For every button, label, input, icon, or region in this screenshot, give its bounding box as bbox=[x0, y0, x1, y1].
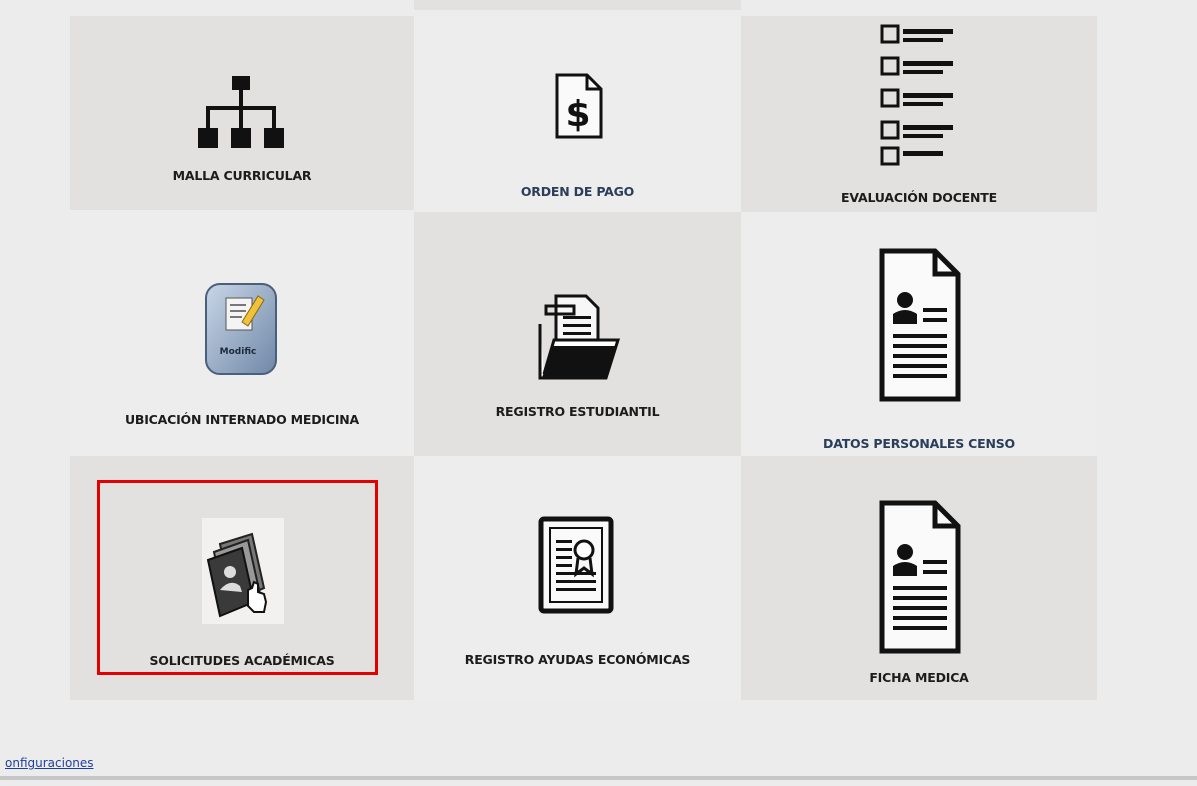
svg-text:$: $ bbox=[565, 94, 590, 135]
tile-malla-curricular[interactable]: MALLA CURRICULAR bbox=[70, 16, 414, 210]
folder-documents-icon bbox=[538, 294, 620, 380]
dollar-document-icon: $ bbox=[555, 73, 603, 139]
tile-ficha-medica[interactable]: FICHA MEDICA bbox=[741, 456, 1097, 700]
tile-label: REGISTRO ESTUDIANTIL bbox=[495, 404, 660, 419]
academic-requests-icon bbox=[202, 518, 284, 624]
tile-registro-ayudas-economicas[interactable]: REGISTRO AYUDAS ECONÓMICAS bbox=[414, 456, 741, 700]
tile-label: REGISTRO AYUDAS ECONÓMICAS bbox=[464, 652, 691, 667]
tile-evaluacion-docente[interactable]: EVALUACIÓN DOCENTE bbox=[741, 16, 1097, 212]
tile-label: DATOS PERSONALES CENSO bbox=[823, 436, 1015, 451]
top-divider bbox=[414, 0, 741, 10]
tile-label: SOLICITUDES ACADÉMICAS bbox=[149, 653, 335, 668]
tile-solicitudes-academicas[interactable]: SOLICITUDES ACADÉMICAS bbox=[70, 456, 414, 700]
tile-label: MALLA CURRICULAR bbox=[172, 168, 312, 183]
tile-label: ORDEN DE PAGO bbox=[520, 184, 635, 199]
tile-label: FICHA MEDICA bbox=[869, 670, 969, 685]
tile-label: UBICACIÓN INTERNADO MEDICINA bbox=[124, 412, 360, 427]
tile-label: EVALUACIÓN DOCENTE bbox=[841, 190, 997, 205]
configuraciones-link[interactable]: onfiguraciones bbox=[5, 756, 94, 770]
resume-document-icon bbox=[879, 248, 961, 402]
checklist-icon bbox=[880, 24, 953, 166]
resume-document-icon bbox=[879, 500, 961, 654]
modify-document-icon: Modific bbox=[205, 283, 277, 375]
bottom-divider bbox=[0, 776, 1197, 780]
org-chart-icon bbox=[198, 76, 284, 148]
certificate-icon bbox=[538, 516, 614, 614]
tile-orden-de-pago[interactable]: $ ORDEN DE PAGO bbox=[414, 16, 741, 212]
tile-ubicacion-internado[interactable]: Modific UBICACIÓN INTERNADO MEDICINA bbox=[70, 210, 414, 456]
tile-datos-personales-censo[interactable]: DATOS PERSONALES CENSO bbox=[741, 212, 1097, 456]
svg-text:Modific: Modific bbox=[220, 347, 257, 357]
tile-registro-estudiantil[interactable]: REGISTRO ESTUDIANTIL bbox=[414, 212, 741, 456]
